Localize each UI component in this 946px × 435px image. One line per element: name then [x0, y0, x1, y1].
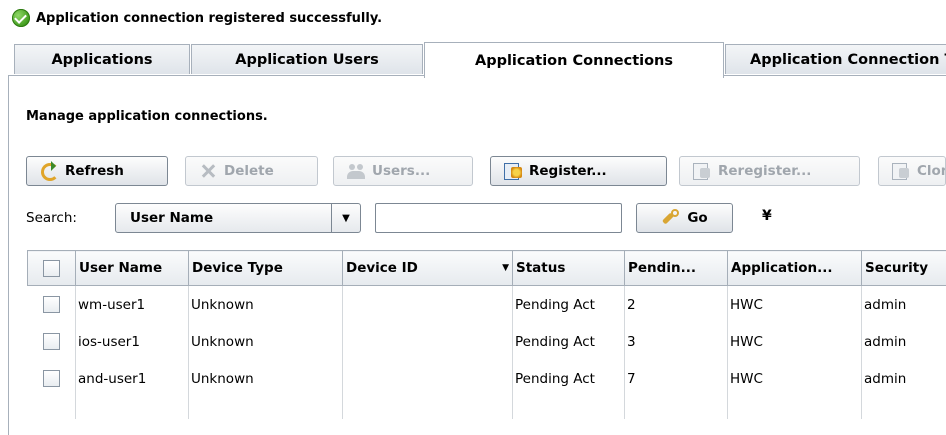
- tab-application-connection-templates[interactable]: Application Connection Templates: [725, 44, 946, 74]
- cell-application: HWC: [728, 360, 862, 397]
- column-header-application[interactable]: Application...: [728, 251, 862, 286]
- select-all-checkbox-cell[interactable]: [28, 251, 76, 286]
- sort-descending-icon: ▼: [502, 263, 509, 273]
- search-field-value: User Name: [116, 210, 331, 226]
- search-label: Search:: [26, 210, 77, 226]
- users-icon: [346, 161, 366, 181]
- cell-user-name: wm-user1: [76, 286, 189, 324]
- refresh-label: Refresh: [65, 163, 124, 179]
- refresh-icon: [39, 161, 59, 181]
- refresh-button[interactable]: Refresh: [26, 156, 168, 186]
- empty-cell: [513, 397, 625, 419]
- table-row[interactable]: ios-user1 Unknown Pending Act 3 HWC admi…: [28, 323, 946, 360]
- expand-options-icon[interactable]: ¥: [762, 208, 772, 224]
- column-header-pending[interactable]: Pendin...: [625, 251, 728, 286]
- column-header-device-type[interactable]: Device Type: [189, 251, 343, 286]
- cell-application: HWC: [728, 286, 862, 324]
- success-check-icon: [12, 9, 30, 27]
- page-description: Manage application connections.: [26, 109, 268, 124]
- cell-pending: 7: [625, 360, 728, 397]
- cell-status: Pending Act: [513, 360, 625, 397]
- search-input[interactable]: [375, 203, 622, 233]
- select-all-checkbox[interactable]: [43, 260, 60, 277]
- cell-security: admin: [862, 360, 946, 397]
- status-message: Application connection registered succes…: [12, 8, 382, 28]
- tab-application-users[interactable]: Application Users: [191, 44, 423, 74]
- tab-label: Application Connection Templates: [750, 52, 946, 68]
- empty-cell: [728, 397, 862, 419]
- cell-application: HWC: [728, 323, 862, 360]
- tab-applications[interactable]: Applications: [14, 44, 190, 74]
- cell-device-type: Unknown: [189, 323, 343, 360]
- table-row[interactable]: and-user1 Unknown Pending Act 7 HWC admi…: [28, 360, 946, 397]
- row-checkbox-cell[interactable]: [28, 323, 76, 360]
- column-header-security[interactable]: Security: [862, 251, 946, 286]
- reregister-icon: [692, 161, 712, 181]
- table-header-row: User Name Device Type Device ID▼ Status …: [28, 251, 946, 286]
- tab-label: Application Users: [235, 52, 379, 68]
- cell-security: admin: [862, 323, 946, 360]
- reregister-label: Reregister...: [718, 163, 811, 179]
- cell-device-type: Unknown: [189, 286, 343, 324]
- reregister-button[interactable]: Reregister...: [679, 156, 860, 186]
- status-text: Application connection registered succes…: [36, 11, 382, 26]
- cell-device-id: [343, 286, 513, 324]
- cell-device-type: Unknown: [189, 360, 343, 397]
- clone-button[interactable]: Clone...: [878, 156, 946, 186]
- column-header-user-name[interactable]: User Name: [76, 251, 189, 286]
- register-button[interactable]: Register...: [490, 156, 667, 186]
- row-checkbox[interactable]: [43, 333, 60, 350]
- cell-device-id: [343, 323, 513, 360]
- cell-pending: 3: [625, 323, 728, 360]
- search-field-select[interactable]: User Name ▼: [115, 203, 361, 233]
- users-label: Users...: [372, 163, 430, 179]
- go-button[interactable]: Go: [636, 203, 733, 233]
- empty-cell: [76, 397, 189, 419]
- tab-application-connections[interactable]: Application Connections: [424, 42, 724, 78]
- row-checkbox-cell[interactable]: [28, 286, 76, 324]
- cell-user-name: and-user1: [76, 360, 189, 397]
- table-row[interactable]: wm-user1 Unknown Pending Act 2 HWC admin: [28, 286, 946, 324]
- chevron-down-icon[interactable]: ▼: [331, 204, 360, 232]
- column-header-device-id[interactable]: Device ID ▼: [343, 251, 513, 286]
- users-button[interactable]: Users...: [333, 156, 473, 186]
- device-id-header-label: Device ID: [346, 260, 418, 276]
- empty-cell: [862, 397, 946, 419]
- empty-cell: [625, 397, 728, 419]
- delete-icon: [198, 161, 218, 181]
- cell-pending: 2: [625, 286, 728, 324]
- cell-status: Pending Act: [513, 286, 625, 324]
- delete-button[interactable]: Delete: [185, 156, 318, 186]
- empty-cell: [343, 397, 513, 419]
- cell-security: admin: [862, 286, 946, 324]
- connections-table: User Name Device Type Device ID▼ Status …: [27, 250, 946, 419]
- tab-label: Applications: [51, 52, 152, 68]
- column-header-status[interactable]: Status: [513, 251, 625, 286]
- tab-bar: Applications Application Users Applicati…: [14, 44, 946, 76]
- search-go-icon: [661, 208, 681, 228]
- row-checkbox[interactable]: [43, 370, 60, 387]
- register-label: Register...: [529, 163, 607, 179]
- cell-status: Pending Act: [513, 323, 625, 360]
- empty-cell: [28, 397, 76, 419]
- row-checkbox-cell[interactable]: [28, 360, 76, 397]
- row-checkbox[interactable]: [43, 296, 60, 313]
- table-row-empty: [28, 397, 946, 419]
- cell-user-name: ios-user1: [76, 323, 189, 360]
- tab-label: Application Connections: [475, 53, 673, 69]
- register-icon: [503, 161, 523, 181]
- go-label: Go: [687, 210, 707, 226]
- cell-device-id: [343, 360, 513, 397]
- clone-label: Clone...: [917, 163, 946, 179]
- empty-cell: [189, 397, 343, 419]
- delete-label: Delete: [224, 163, 274, 179]
- clone-icon: [891, 161, 911, 181]
